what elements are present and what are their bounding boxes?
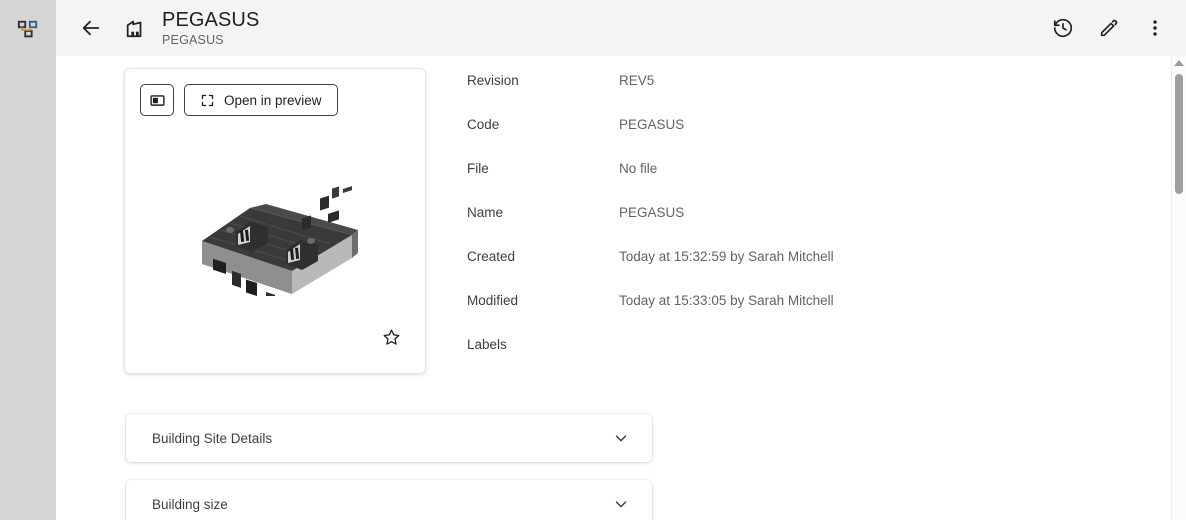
header-titles: PEGASUS PEGASUS — [162, 10, 259, 47]
vertical-scrollbar[interactable] — [1171, 56, 1186, 520]
property-label: Code — [467, 117, 619, 132]
left-rail — [0, 0, 56, 520]
property-value: Today at 15:32:59 by Sarah Mitchell — [619, 249, 834, 264]
building-icon — [118, 11, 152, 45]
property-row-code: Code PEGASUS — [467, 117, 1172, 161]
more-vertical-icon — [1144, 17, 1166, 39]
property-row-revision: Revision REV5 — [467, 73, 1172, 117]
edit-pencil-icon — [1098, 17, 1120, 39]
section-panels: Building Site Details Building size Cust… — [56, 381, 1172, 520]
scroll-content: Open in preview — [56, 56, 1172, 520]
app-root: PEGASUS PEGASUS — [0, 0, 1186, 520]
app-header: PEGASUS PEGASUS — [56, 0, 1186, 56]
preview-card: Open in preview — [124, 68, 426, 374]
arrow-left-icon — [80, 17, 102, 39]
building-3d-render — [180, 146, 370, 296]
more-options-button[interactable] — [1138, 11, 1172, 45]
property-label: Name — [467, 205, 619, 220]
content-area: Open in preview — [56, 56, 1186, 520]
header-actions — [1046, 11, 1172, 45]
property-label: Modified — [467, 293, 619, 308]
chevron-down-icon[interactable] — [612, 495, 630, 513]
hierarchy-icon[interactable] — [12, 14, 44, 46]
open-in-preview-button[interactable]: Open in preview — [184, 84, 338, 116]
open-in-preview-label: Open in preview — [224, 93, 322, 108]
favorite-button[interactable] — [377, 323, 405, 351]
edit-button[interactable] — [1092, 11, 1126, 45]
property-row-labels: Labels — [467, 337, 1172, 381]
property-value: PEGASUS — [619, 117, 684, 132]
property-value: No file — [619, 161, 657, 176]
property-label: Created — [467, 249, 619, 264]
main-region: PEGASUS PEGASUS — [56, 0, 1186, 520]
property-row-created: Created Today at 15:32:59 by Sarah Mitch… — [467, 249, 1172, 293]
scrollbar-thumb[interactable] — [1175, 74, 1183, 194]
property-label: Labels — [467, 337, 619, 352]
property-label: Revision — [467, 73, 619, 88]
chevron-down-icon[interactable] — [612, 429, 630, 447]
page-subtitle: PEGASUS — [162, 34, 259, 47]
panel-title: Building size — [152, 497, 228, 512]
property-value: Today at 15:33:05 by Sarah Mitchell — [619, 293, 834, 308]
back-button[interactable] — [74, 11, 108, 45]
property-label: File — [467, 161, 619, 176]
history-button[interactable] — [1046, 11, 1080, 45]
property-row-name: Name PEGASUS — [467, 205, 1172, 249]
property-list: Revision REV5 Code PEGASUS File No file — [426, 68, 1172, 381]
preview-toolbar: Open in preview — [125, 69, 425, 116]
preview-thumbnail[interactable] — [125, 121, 425, 321]
property-value: REV5 — [619, 73, 654, 88]
summary-row: Open in preview — [56, 56, 1172, 381]
property-value: PEGASUS — [619, 205, 684, 220]
fullscreen-icon — [200, 93, 215, 108]
panel-building-site-details[interactable]: Building Site Details — [126, 414, 652, 462]
picture-in-picture-icon — [149, 92, 166, 109]
panel-building-size[interactable]: Building size — [126, 480, 652, 520]
toggle-panel-button[interactable] — [140, 84, 174, 116]
page-title: PEGASUS — [162, 10, 259, 30]
property-row-file: File No file — [467, 161, 1172, 205]
star-outline-icon — [381, 327, 402, 348]
history-icon — [1052, 17, 1074, 39]
property-row-modified: Modified Today at 15:33:05 by Sarah Mitc… — [467, 293, 1172, 337]
panel-title: Building Site Details — [152, 431, 272, 446]
scroll-up-arrow-icon[interactable] — [1174, 60, 1184, 66]
